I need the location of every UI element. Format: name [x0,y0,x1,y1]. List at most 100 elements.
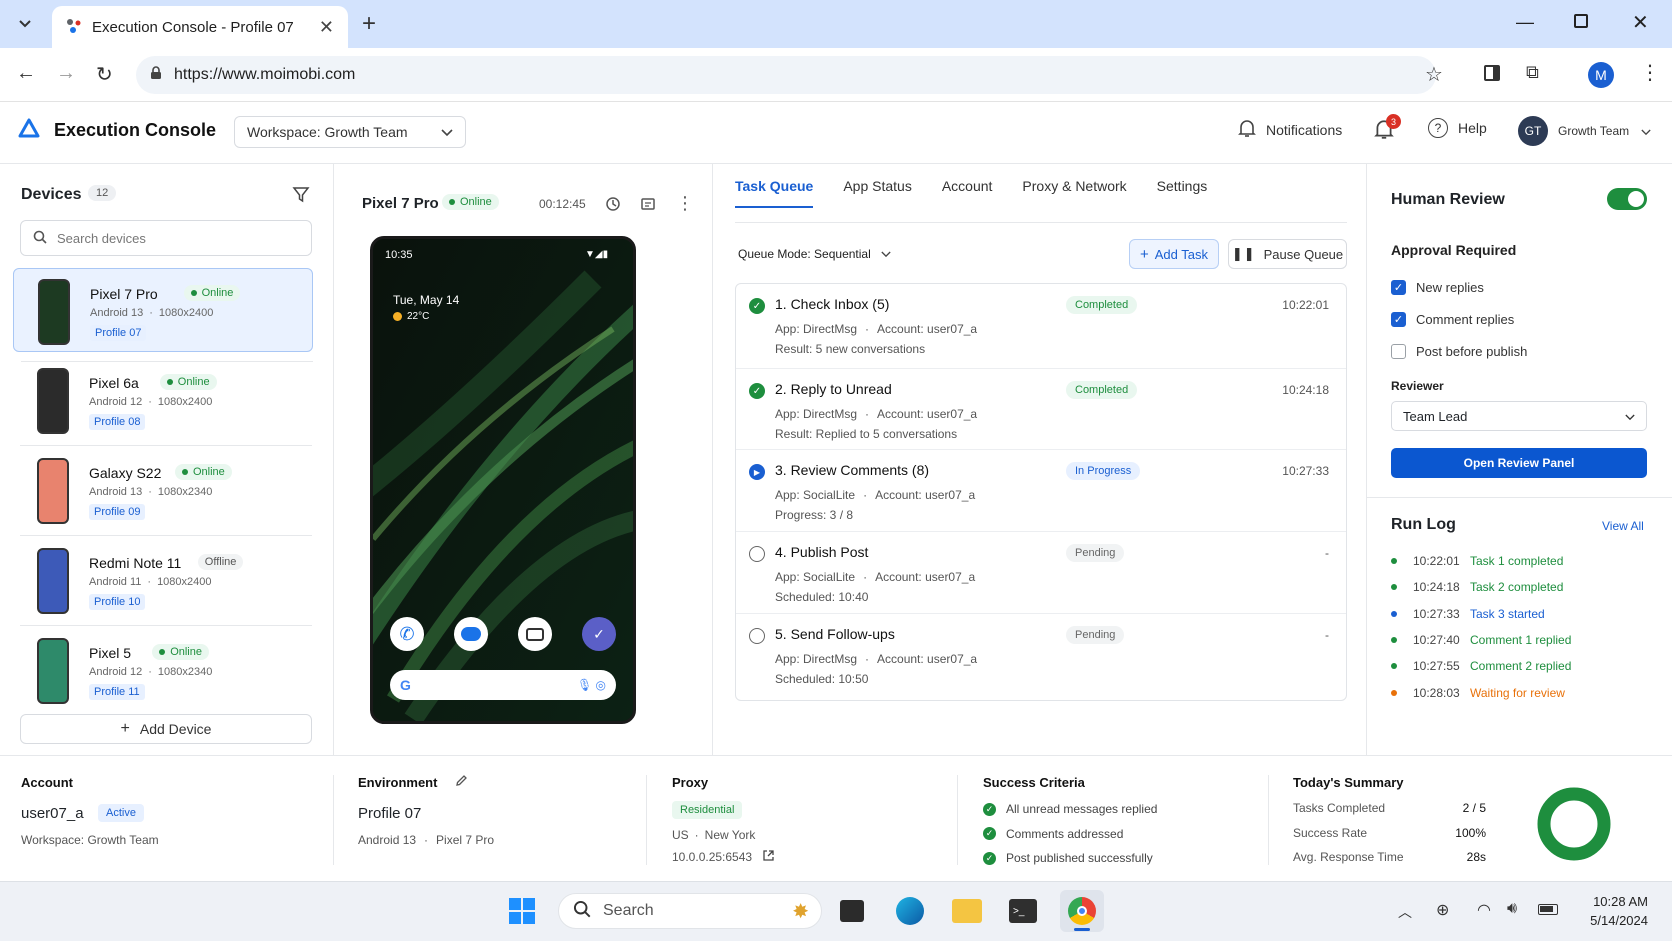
task-app: App: DirectMsg [775,407,858,421]
social-app-icon[interactable]: ✓ [582,617,616,651]
empty-circle-icon [749,546,765,562]
history-icon[interactable] [605,196,621,215]
screenshot-icon[interactable] [640,196,656,215]
notifications-button[interactable]: Notifications [1238,118,1342,141]
external-link-icon[interactable] [762,849,775,865]
device-status-text: Online [170,646,202,658]
device-profile-tag: Profile 07 [90,325,147,341]
tray-chevron-up-icon[interactable]: ︿ [1398,902,1412,922]
checkbox-checked-icon: ✓ [1391,312,1406,327]
queue-mode-select[interactable]: Queue Mode: Sequential [738,247,891,261]
battery-icon[interactable] [1538,904,1558,915]
check-circle-icon: ✓ [983,802,996,816]
tab-account[interactable]: Account [942,178,993,208]
close-window-icon[interactable]: ✕ [1632,10,1649,35]
search-icon [33,230,47,247]
log-text: Comment 1 replied [1470,632,1572,647]
messages-app-icon[interactable] [454,617,488,651]
task-row[interactable]: ▶ 3. Review Comments (8) In Progress 10:27:… [736,450,1346,532]
separator-dot: · [863,570,868,584]
view-all-link[interactable]: View All [1602,519,1644,533]
taskbar-search[interactable]: Search ✸ [558,893,822,929]
forward-icon[interactable]: → [56,62,76,85]
browser-menu-icon[interactable]: ⋮ [1640,60,1660,85]
tab-proxy-network[interactable]: Proxy & Network [1022,178,1126,208]
file-explorer-icon[interactable] [952,899,982,923]
more-options-icon[interactable]: ⋮ [676,193,694,214]
user-menu[interactable]: GT Growth Team [1518,116,1651,146]
approval-checkbox[interactable]: ✓ New replies [1391,280,1484,295]
new-tab-icon[interactable]: + [362,10,376,38]
device-list-item[interactable]: Pixel 7 Pro Online Android 13 · 1080x2400 Pro… [13,268,313,362]
add-device-button[interactable]: + Add Device [20,714,312,744]
device-list-item[interactable]: Pixel 6a Online Android 12 · 1080x2400 Profil… [13,358,313,446]
phone-screen[interactable]: 10:35 ▼◢▮ Tue, May 14 22°C ✆ ✓ G 🎙 ◎ [370,236,636,724]
run-log-title: Run Log [1391,516,1456,533]
divider [20,535,312,536]
environment-device: Pixel 7 Pro [436,833,495,847]
bookmark-star-icon[interactable]: ☆ [1425,62,1443,87]
success-rate-donut [1537,787,1611,861]
extensions-icon[interactable]: ⧉ [1526,62,1539,83]
task-row[interactable]: ✓ 1. Check Inbox (5) Completed 10:22:01 App:… [736,284,1346,369]
windows-start-icon[interactable] [508,897,536,928]
status-dot [190,290,197,296]
tab-search-chevron-icon[interactable] [14,12,36,34]
globe-icon[interactable]: ⊕ [1436,900,1449,920]
criteria-text: All unread messages replied [1006,802,1158,816]
restore-icon[interactable] [1574,14,1588,28]
log-status-dot [1391,558,1397,564]
reading-mode-icon[interactable] [1484,65,1500,81]
close-tab-icon[interactable]: ✕ [319,17,334,38]
browser-tab[interactable]: Execution Console - Profile 07 ✕ [52,6,348,48]
log-time: 10:27:55 [1413,659,1460,674]
tab-app-status[interactable]: App Status [843,178,912,208]
edit-pencil-icon[interactable] [455,774,468,790]
reviewer-select[interactable]: Team Lead [1391,401,1647,431]
profile-avatar[interactable]: M [1588,62,1614,88]
workspace-select[interactable]: Workspace: Growth Team [234,116,466,148]
task-view-icon[interactable] [840,900,864,922]
tab-task-queue[interactable]: Task Queue [735,178,814,208]
device-thumbnail [37,638,69,704]
terminal-icon[interactable]: >_ [1009,899,1037,923]
device-list-item[interactable]: Galaxy S22 Online Android 13 · 1080x2340 Prof… [13,448,313,536]
filter-icon[interactable] [292,186,310,207]
device-status-text: Online [177,376,210,388]
human-review-toggle[interactable] [1607,188,1647,210]
phone-search-bar[interactable]: G 🎙 ◎ [390,670,616,700]
device-search-input[interactable]: Search devices [20,220,312,256]
log-time: 10:27:40 [1413,632,1460,647]
add-task-button[interactable]: + Add Task [1129,239,1219,269]
volume-icon[interactable]: 🔊︎ [1507,900,1517,918]
task-row[interactable]: 5. Send Follow-ups Pending - App: DirectMsg… [736,614,1346,700]
minimize-icon[interactable]: — [1516,12,1534,33]
approval-checkbox[interactable]: ✓ Comment replies [1391,312,1514,327]
clock-date[interactable]: 5/14/2024 [1570,913,1648,928]
chrome-taskbar-button[interactable] [1060,890,1104,932]
alerts-bell-button[interactable]: 3 [1374,114,1401,143]
tab-settings[interactable]: Settings [1157,178,1208,208]
divider [1366,164,1367,755]
wifi-icon[interactable]: ◠ [1477,900,1491,920]
back-icon[interactable]: ← [16,62,36,85]
device-list-item[interactable]: Redmi Note 11 Offline Android 11 · 1080x2400… [13,538,313,626]
task-row[interactable]: 4. Publish Post Pending - App: SocialLite · A… [736,532,1346,614]
help-button[interactable]: ? Help [1428,118,1487,138]
pause-queue-button[interactable]: ❚❚ Pause Queue [1228,239,1347,269]
open-review-panel-button[interactable]: Open Review Panel [1391,448,1647,478]
reload-icon[interactable]: ↻ [96,62,113,87]
log-status-dot [1391,663,1397,670]
approval-checkbox[interactable]: Post before publish [1391,344,1527,359]
clock-time[interactable]: 10:28 AM [1580,894,1648,909]
edge-browser-icon[interactable] [896,897,924,925]
task-row[interactable]: ✓ 2. Reply to Unread Completed 10:24:18 App:… [736,369,1346,450]
log-time: 10:27:33 [1413,606,1460,621]
camera-app-icon[interactable] [518,617,552,651]
phone-app-icon[interactable]: ✆ [390,617,424,651]
device-list-item[interactable]: Pixel 5 Online Android 12 · 1080x2340 Profile… [13,628,313,712]
device-thumbnail [37,548,69,614]
task-account: Account: user07_a [877,407,978,421]
divider [646,775,647,865]
address-bar[interactable]: https://www.moimobi.com [136,56,1436,94]
